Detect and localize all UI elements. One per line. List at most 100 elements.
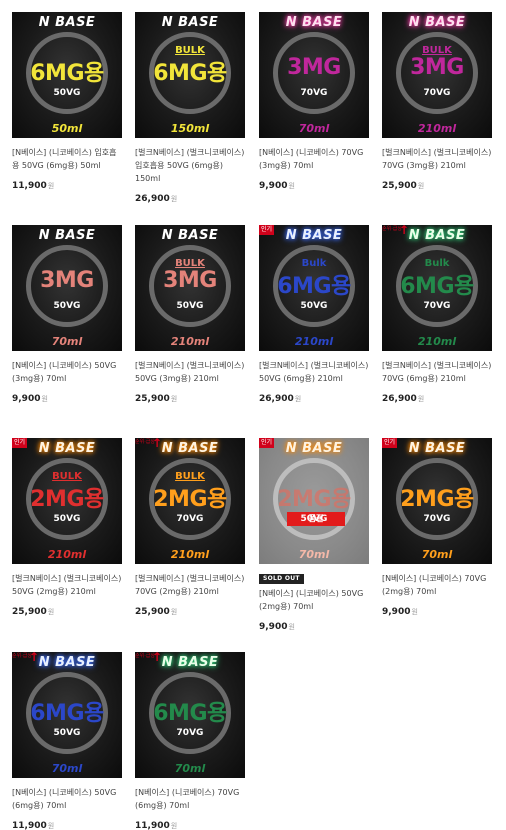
nicotine-strength: 6MG용 bbox=[153, 701, 227, 726]
product-card[interactable]: N BASE 6MG용 50VG 70ml 순위·급상 ↑ [N베이스] (니코… bbox=[12, 652, 124, 830]
product-title[interactable]: [벌크N베이스] (벌크니코베이스) 50VG (6mg용) 210ml bbox=[259, 359, 369, 385]
product-price: 9,900원 bbox=[382, 607, 418, 617]
brand-logo: N BASE bbox=[285, 441, 343, 456]
product-title[interactable]: [N베이스] (니코베이스) 입호흡용 50VG (6mg용) 50ml bbox=[12, 146, 122, 172]
volume-label: 70ml bbox=[51, 335, 83, 348]
product-price: 25,900원 bbox=[135, 607, 178, 617]
nicotine-strength: 2MG용 bbox=[277, 487, 351, 512]
hot-badge: 인기 bbox=[12, 438, 28, 448]
vg-ratio: 70VG bbox=[176, 514, 204, 524]
brand-logo: N BASE bbox=[285, 15, 343, 30]
nicotine-strength: 2MG용 bbox=[30, 487, 104, 512]
product-title[interactable]: [N베이스] (니코베이스) 70VG (3mg용) 70ml bbox=[259, 146, 369, 172]
product-card[interactable]: N BASE 3MG 50VG 70ml [N베이스] (니코베이스) 50VG… bbox=[12, 225, 124, 404]
product-thumbnail[interactable]: N BASE BULK 6MG용 150ml bbox=[135, 12, 245, 138]
nicotine-strength: 3MG bbox=[410, 55, 464, 80]
brand-logo: N BASE bbox=[38, 441, 96, 456]
product-card[interactable]: N BASE BULK 2MG용 70VG 210ml 순위·급상 ↑ [벌크N… bbox=[135, 438, 247, 617]
rank-up-icon: ↑ bbox=[152, 438, 163, 450]
product-thumbnail[interactable]: N BASE Bulk 6MG용 70VG 210ml 순위·급상 ↑ bbox=[382, 225, 492, 351]
product-thumbnail[interactable]: N BASE BULK 2MG용 70VG 210ml 순위·급상 ↑ bbox=[135, 438, 245, 564]
volume-label: 70ml bbox=[298, 548, 330, 561]
product-price: 9,900원 bbox=[12, 394, 48, 404]
rank-up-icon: ↑ bbox=[29, 652, 40, 664]
volume-label: 70ml bbox=[174, 762, 206, 775]
product-price: 9,900원 bbox=[259, 181, 295, 191]
vg-ratio: 50VG bbox=[53, 88, 81, 98]
product-thumbnail[interactable]: N BASE BULK 2MG용 50VG 210ml 인기 bbox=[12, 438, 122, 564]
rank-up-icon: ↑ bbox=[399, 225, 410, 237]
product-card[interactable]: N BASE 2MG용 품절 50VG 70ml 인기 SOLD OUT [N베… bbox=[259, 438, 371, 632]
product-thumbnail[interactable]: N BASE 6MG용 50VG 70ml 순위·급상 ↑ bbox=[12, 652, 122, 778]
vg-ratio: 50VG bbox=[176, 301, 204, 311]
brand-logo: N BASE bbox=[161, 15, 219, 30]
nicotine-strength: 3MG bbox=[163, 268, 217, 293]
volume-label: 70ml bbox=[298, 122, 330, 135]
product-card[interactable]: N BASE BULK 3MG 70VG 210ml [벌크N베이스] (벌크니… bbox=[382, 12, 494, 191]
product-price: 11,900원 bbox=[135, 821, 178, 830]
product-thumbnail[interactable]: N BASE 6MG용 70VG 70ml 순위·급상 ↑ bbox=[135, 652, 245, 778]
product-price: 25,900원 bbox=[135, 394, 178, 404]
volume-label: 50ml bbox=[51, 122, 83, 135]
product-card[interactable]: N BASE BULK 2MG용 50VG 210ml 인기 [벌크N베이스] … bbox=[12, 438, 124, 617]
product-title[interactable]: [벌크N베이스] (벌크니코베이스) 50VG (3mg용) 210ml bbox=[135, 359, 245, 385]
nicotine-strength: 3MG bbox=[287, 55, 341, 80]
product-price: 11,900원 bbox=[12, 821, 55, 830]
volume-label: 70ml bbox=[51, 762, 83, 775]
product-title[interactable]: [벌크N베이스] (벌크니코베이스) 입호흡용 50VG (6mg용) 150m… bbox=[135, 146, 245, 185]
product-title[interactable]: [N베이스] (니코베이스) 50VG (2mg용) 70ml bbox=[259, 587, 369, 613]
rank-up-icon: ↑ bbox=[152, 652, 163, 664]
product-price: 26,900원 bbox=[259, 394, 302, 404]
product-title[interactable]: [N베이스] (니코베이스) 50VG (6mg용) 70ml bbox=[12, 786, 122, 812]
brand-logo: N BASE bbox=[285, 228, 343, 243]
product-price: 25,900원 bbox=[382, 181, 425, 191]
product-price: 26,900원 bbox=[135, 194, 178, 204]
brand-logo: N BASE bbox=[161, 228, 219, 243]
product-thumbnail[interactable]: N BASE BULK 3MG 70VG 210ml bbox=[382, 12, 492, 138]
vg-ratio: 70VG bbox=[423, 514, 451, 524]
product-title[interactable]: [N베이스] (니코베이스) 50VG (3mg용) 70ml bbox=[12, 359, 122, 385]
product-title[interactable]: [벌크N베이스] (벌크니코베이스) 70VG (2mg용) 210ml bbox=[135, 572, 245, 598]
vg-ratio: 50VG bbox=[300, 514, 328, 524]
volume-label: 210ml bbox=[417, 335, 457, 348]
nicotine-strength: 6MG용 bbox=[30, 701, 104, 726]
brand-logo: N BASE bbox=[408, 441, 466, 456]
vg-ratio: 70VG bbox=[300, 88, 328, 98]
product-thumbnail[interactable]: N BASE 3MG 70VG 70ml bbox=[259, 12, 369, 138]
product-card[interactable]: N BASE BULK 3MG 50VG 210ml [벌크N베이스] (벌크니… bbox=[135, 225, 247, 404]
product-title[interactable]: [벌크N베이스] (벌크니코베이스) 50VG (2mg용) 210ml bbox=[12, 572, 122, 598]
nicotine-strength: 3MG bbox=[40, 268, 94, 293]
brand-logo: N BASE bbox=[38, 228, 96, 243]
product-title[interactable]: [N베이스] (니코베이스) 70VG (2mg용) 70ml bbox=[382, 572, 492, 598]
product-card[interactable]: N BASE BULK 6MG용 150ml [벌크N베이스] (벌크니코베이스… bbox=[135, 12, 247, 204]
volume-label: 150ml bbox=[170, 122, 210, 135]
hot-badge: 인기 bbox=[382, 438, 398, 448]
nicotine-strength: 2MG용 bbox=[400, 487, 474, 512]
product-thumbnail[interactable]: N BASE 3MG 50VG 70ml bbox=[12, 225, 122, 351]
product-title[interactable]: [N베이스] (니코베이스) 70VG (6mg용) 70ml bbox=[135, 786, 245, 812]
product-thumbnail[interactable]: N BASE 6MG용 50VG 50ml bbox=[12, 12, 122, 138]
vg-ratio: 50VG bbox=[53, 728, 81, 738]
nicotine-strength: 6MG용 bbox=[277, 274, 351, 299]
vg-ratio: 50VG bbox=[53, 514, 81, 524]
product-title[interactable]: [벌크N베이스] (벌크니코베이스) 70VG (3mg용) 210ml bbox=[382, 146, 492, 172]
product-thumbnail[interactable]: N BASE Bulk 6MG용 50VG 210ml 인기 bbox=[259, 225, 369, 351]
product-thumbnail[interactable]: N BASE 2MG용 품절 50VG 70ml 인기 bbox=[259, 438, 369, 564]
product-title[interactable]: [벌크N베이스] (벌크니코베이스) 70VG (6mg용) 210ml bbox=[382, 359, 492, 385]
nicotine-strength: 2MG용 bbox=[153, 487, 227, 512]
soldout-badge: SOLD OUT bbox=[259, 574, 304, 584]
product-price: 25,900원 bbox=[12, 607, 55, 617]
product-card[interactable]: N BASE Bulk 6MG용 70VG 210ml 순위·급상 ↑ [벌크N… bbox=[382, 225, 494, 404]
hot-badge: 인기 bbox=[259, 438, 275, 448]
product-thumbnail[interactable]: N BASE BULK 3MG 50VG 210ml bbox=[135, 225, 245, 351]
product-card[interactable]: N BASE 6MG용 50VG 50ml [N베이스] (니코베이스) 입호흡… bbox=[12, 12, 124, 191]
nicotine-strength: 6MG용 bbox=[400, 274, 474, 299]
product-card[interactable]: N BASE 2MG용 70VG 70ml 인기 [N베이스] (니코베이스) … bbox=[382, 438, 494, 617]
volume-label: 210ml bbox=[417, 122, 457, 135]
product-thumbnail[interactable]: N BASE 2MG용 70VG 70ml 인기 bbox=[382, 438, 492, 564]
product-card[interactable]: N BASE Bulk 6MG용 50VG 210ml 인기 [벌크N베이스] … bbox=[259, 225, 371, 404]
vg-ratio: 70VG bbox=[423, 301, 451, 311]
product-card[interactable]: N BASE 6MG용 70VG 70ml 순위·급상 ↑ [N베이스] (니코… bbox=[135, 652, 247, 830]
product-price: 11,900원 bbox=[12, 181, 55, 191]
product-card[interactable]: N BASE 3MG 70VG 70ml [N베이스] (니코베이스) 70VG… bbox=[259, 12, 371, 191]
